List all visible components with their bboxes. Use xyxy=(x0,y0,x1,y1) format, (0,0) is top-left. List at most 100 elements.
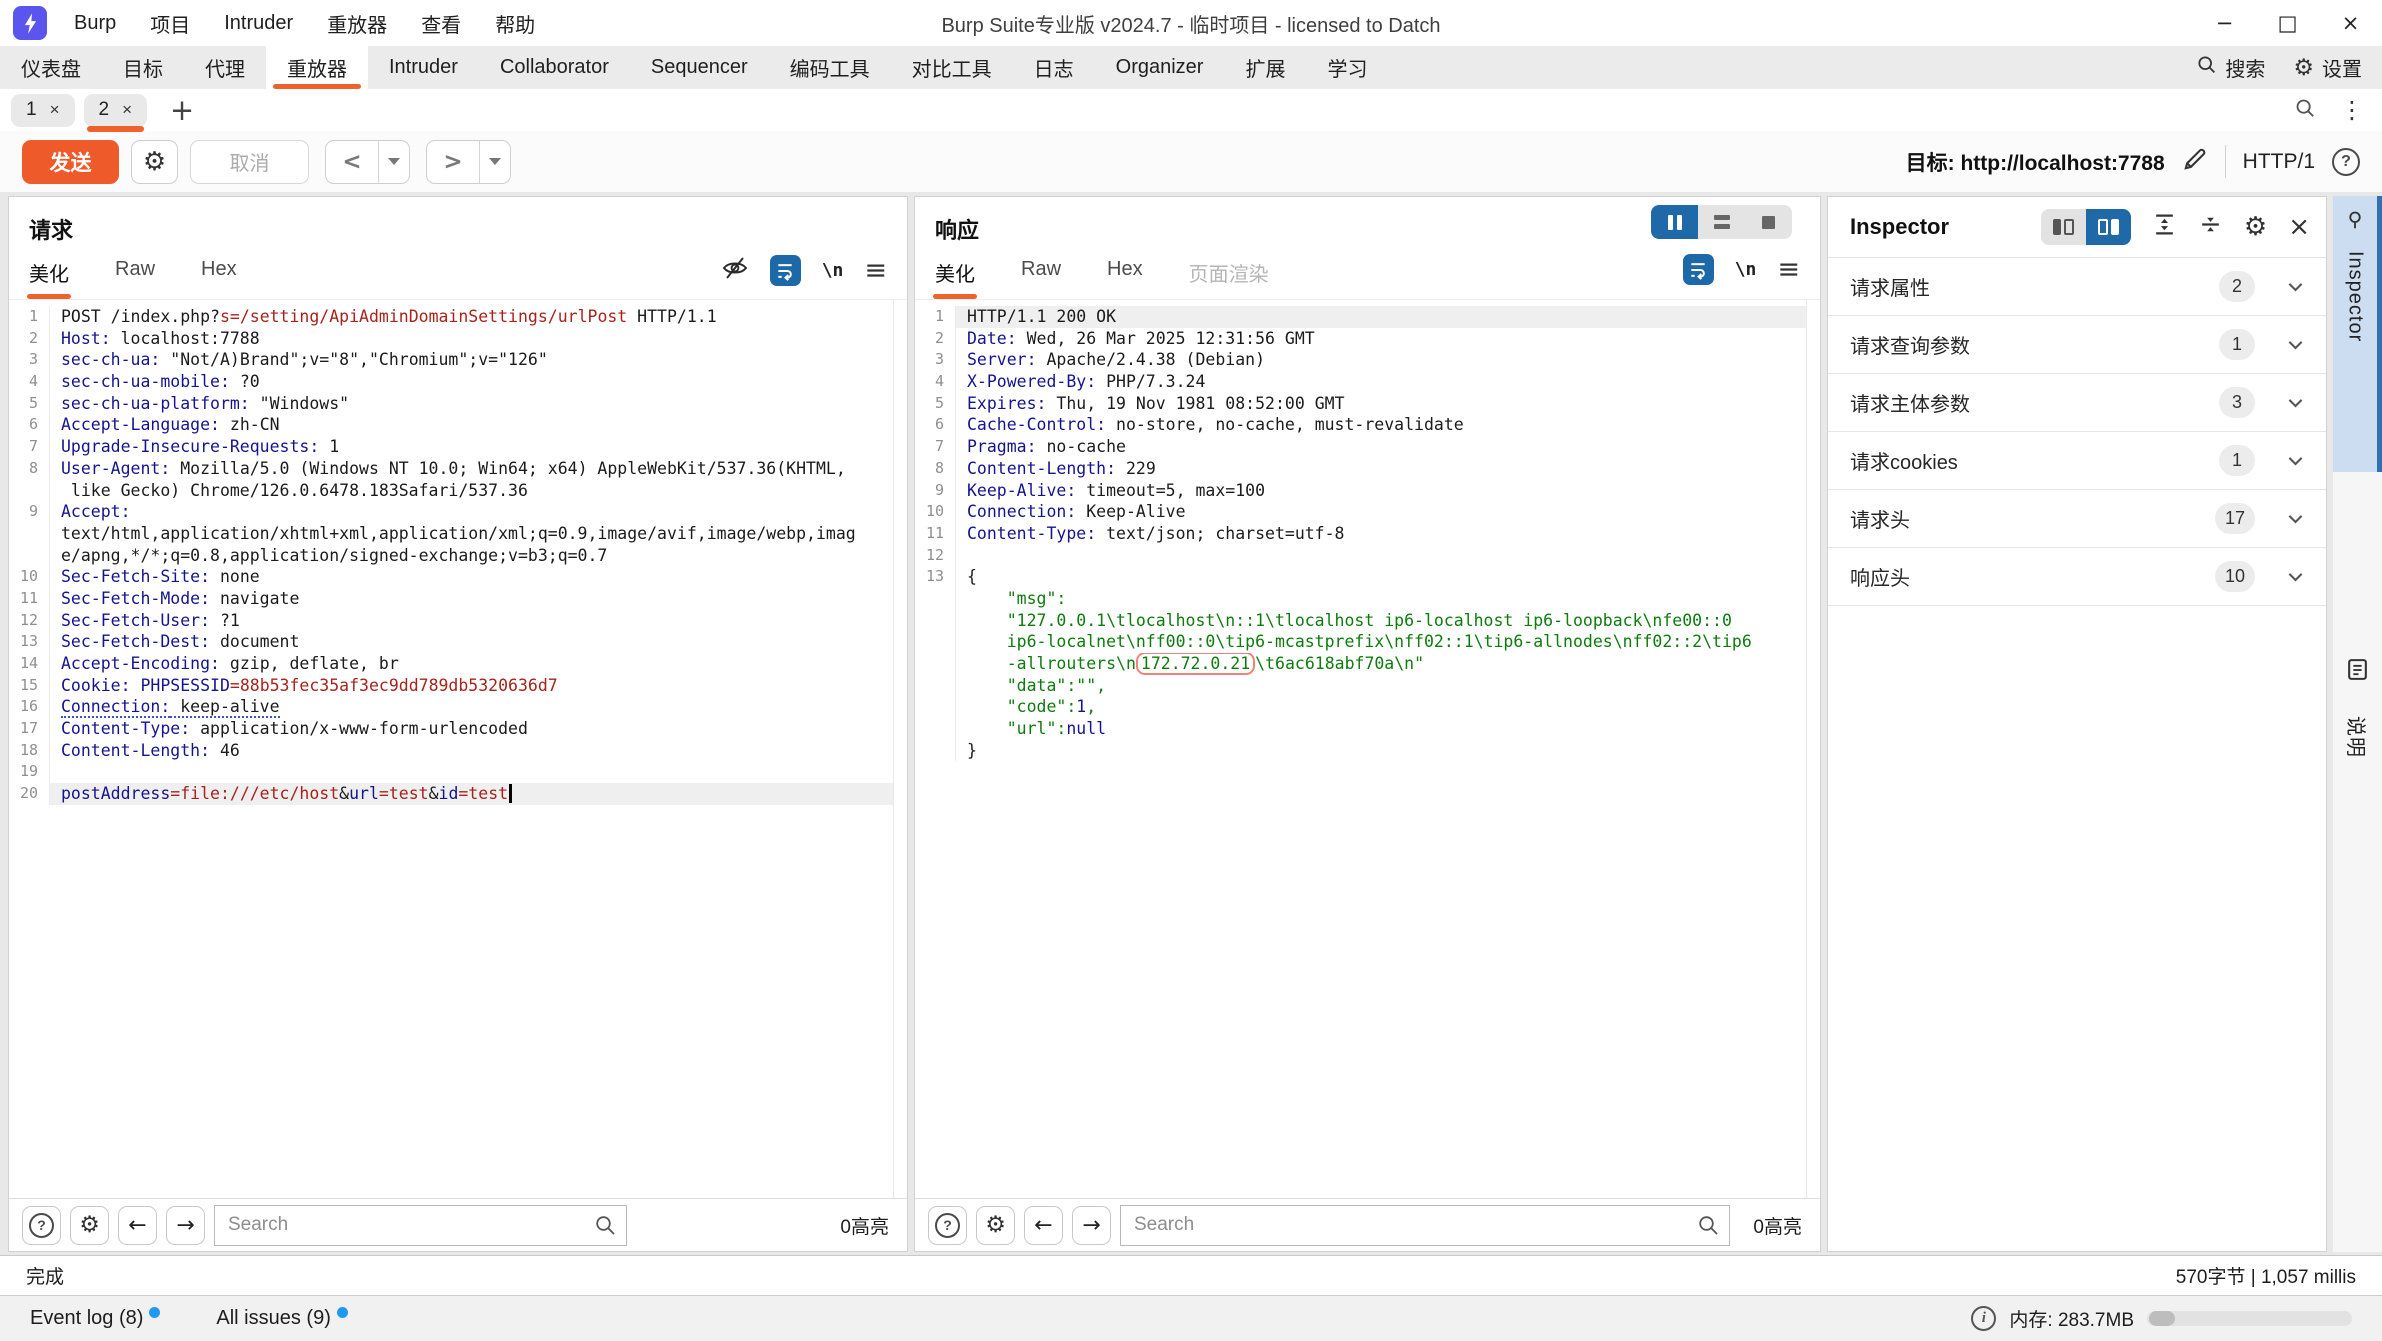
request-search-input[interactable] xyxy=(214,1205,627,1246)
count-badge: 17 xyxy=(2215,503,2255,534)
main-tab-6[interactable]: Sequencer xyxy=(630,46,769,89)
layout-rows-button[interactable] xyxy=(1698,205,1745,239)
response-view-tab-3[interactable]: 页面渲染 xyxy=(1189,258,1269,299)
menu-item-5[interactable]: 帮助 xyxy=(478,0,552,46)
event-log-button[interactable]: Event log (8) xyxy=(30,1307,160,1330)
line-number: 8 xyxy=(9,458,49,480)
info-icon[interactable]: i xyxy=(1971,1306,1996,1331)
tab-search-icon[interactable] xyxy=(2294,97,2316,124)
layout-columns-button[interactable] xyxy=(1651,205,1698,239)
chevron-down-icon xyxy=(2285,508,2306,529)
dock-left-button[interactable] xyxy=(2041,209,2086,245)
word-wrap-toggle-icon[interactable] xyxy=(1683,254,1714,285)
search-settings-button[interactable]: ⚙ xyxy=(70,1206,109,1245)
layout-single-button[interactable] xyxy=(1745,205,1792,239)
code-line: 14Accept-Encoding: gzip, deflate, br xyxy=(9,653,907,675)
main-tab-8[interactable]: 对比工具 xyxy=(891,46,1013,89)
response-view-tab-0[interactable]: 美化 xyxy=(935,258,975,299)
tab-overflow-menu-icon[interactable]: ⋮ xyxy=(2340,96,2364,124)
code-line: 12 xyxy=(915,545,1820,567)
search-help-button[interactable]: ? xyxy=(928,1206,967,1245)
search-next-button[interactable]: → xyxy=(166,1206,205,1245)
edit-target-icon[interactable] xyxy=(2182,146,2208,177)
sidebar-tab-notes[interactable]: 说明 xyxy=(2333,644,2382,758)
divider xyxy=(2225,145,2226,178)
main-tab-2[interactable]: 代理 xyxy=(184,46,266,89)
line-number: 11 xyxy=(9,588,49,610)
search-help-button[interactable]: ? xyxy=(22,1206,61,1245)
gear-icon: ⚙ xyxy=(2293,55,2314,81)
inspector-section-5[interactable]: 响应头10 xyxy=(1828,548,2326,606)
help-icon[interactable]: ? xyxy=(2332,148,2360,176)
request-view-tab-2[interactable]: Hex xyxy=(201,258,237,299)
newline-characters-icon[interactable]: \n xyxy=(1735,259,1757,280)
inspector-settings-icon[interactable]: ⚙ xyxy=(2244,212,2267,242)
main-tab-0[interactable]: 仪表盘 xyxy=(0,46,102,89)
close-tab-icon[interactable]: × xyxy=(122,100,132,120)
search-settings-button[interactable]: ⚙ xyxy=(976,1206,1015,1245)
add-tab-button[interactable]: + xyxy=(164,93,200,127)
repeater-tab-1[interactable]: 1× xyxy=(11,94,75,127)
response-view-tab-2[interactable]: Hex xyxy=(1107,258,1143,299)
history-back-button[interactable]: < xyxy=(326,141,378,183)
all-issues-button[interactable]: All issues (9) xyxy=(216,1307,347,1330)
request-view-tab-0[interactable]: 美化 xyxy=(29,258,69,299)
response-editor[interactable]: 1HTTP/1.1 200 OK2Date: Wed, 26 Mar 2025 … xyxy=(915,300,1820,1198)
search-next-button[interactable]: → xyxy=(1072,1206,1111,1245)
send-button[interactable]: 发送 xyxy=(22,140,119,184)
minimize-button[interactable]: − xyxy=(2193,0,2256,46)
main-tab-7[interactable]: 编码工具 xyxy=(769,46,891,89)
code-line: 2Host: localhost:7788 xyxy=(9,328,907,350)
main-tab-3[interactable]: 重放器 xyxy=(266,46,368,89)
close-button[interactable]: × xyxy=(2319,0,2382,46)
word-wrap-toggle-icon[interactable] xyxy=(770,255,801,286)
send-settings-button[interactable]: ⚙ xyxy=(131,140,178,184)
collapse-all-icon[interactable] xyxy=(2198,212,2223,242)
inspector-section-4[interactable]: 请求头17 xyxy=(1828,490,2326,548)
editor-menu-icon[interactable]: ≡ xyxy=(1777,256,1800,283)
expand-all-icon[interactable] xyxy=(2152,212,2177,242)
maximize-button[interactable]: □ xyxy=(2256,0,2319,46)
search-previous-button[interactable]: ← xyxy=(1024,1206,1063,1245)
main-tab-12[interactable]: 学习 xyxy=(1306,46,1388,89)
question-icon: ? xyxy=(29,1213,54,1238)
inspector-close-icon[interactable]: × xyxy=(2288,214,2310,240)
request-editor[interactable]: 1POST /index.php?s=/setting/ApiAdminDoma… xyxy=(9,300,907,1198)
menu-item-0[interactable]: Burp xyxy=(57,0,133,46)
inspector-section-2[interactable]: 请求主体参数3 xyxy=(1828,374,2326,432)
menu-item-1[interactable]: 项目 xyxy=(133,0,207,46)
history-forward-button[interactable]: > xyxy=(427,141,479,183)
dock-right-button[interactable] xyxy=(2086,209,2131,245)
line-number xyxy=(9,523,49,545)
main-tab-5[interactable]: Collaborator xyxy=(479,46,630,89)
line-number xyxy=(915,610,955,632)
cancel-button[interactable]: 取消 xyxy=(190,140,309,184)
main-tab-9[interactable]: 日志 xyxy=(1013,46,1095,89)
request-view-tab-1[interactable]: Raw xyxy=(115,258,155,299)
close-tab-icon[interactable]: × xyxy=(50,100,60,120)
main-tab-4[interactable]: Intruder xyxy=(368,46,479,89)
global-search-button[interactable]: 搜索 xyxy=(2196,53,2265,82)
inspector-section-3[interactable]: 请求cookies1 xyxy=(1828,432,2326,490)
newline-characters-icon[interactable]: \n xyxy=(822,260,844,281)
inspector-section-0[interactable]: 请求属性2 xyxy=(1828,258,2326,316)
eye-off-icon[interactable] xyxy=(721,254,749,287)
menu-item-4[interactable]: 查看 xyxy=(404,0,478,46)
main-tab-11[interactable]: 扩展 xyxy=(1224,46,1306,89)
code-text: Connection: keep-alive xyxy=(49,696,893,718)
response-search-input[interactable] xyxy=(1120,1205,1730,1246)
sidebar-tab-inspector[interactable]: Inspector xyxy=(2333,196,2382,472)
response-view-tab-1[interactable]: Raw xyxy=(1021,258,1061,299)
history-back-dropdown[interactable] xyxy=(379,141,409,183)
main-tab-10[interactable]: Organizer xyxy=(1095,46,1225,89)
global-settings-button[interactable]: ⚙ 设置 xyxy=(2293,53,2362,82)
menu-item-2[interactable]: Intruder xyxy=(207,0,310,46)
editor-menu-icon[interactable]: ≡ xyxy=(864,257,887,284)
inspector-section-1[interactable]: 请求查询参数1 xyxy=(1828,316,2326,374)
http-version-selector[interactable]: HTTP/1 xyxy=(2243,150,2315,174)
repeater-tab-2[interactable]: 2× xyxy=(84,94,148,127)
history-forward-dropdown[interactable] xyxy=(480,141,510,183)
search-previous-button[interactable]: ← xyxy=(118,1206,157,1245)
menu-item-3[interactable]: 重放器 xyxy=(310,0,404,46)
main-tab-1[interactable]: 目标 xyxy=(102,46,184,89)
